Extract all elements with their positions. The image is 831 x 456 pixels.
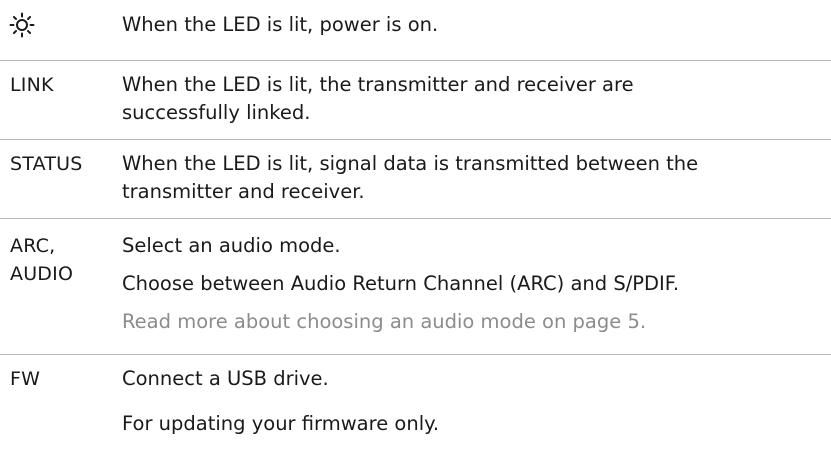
arc-audio-description: Select an audio mode. Choose between Aud… xyxy=(122,232,827,336)
power-description-text: When the LED is lit, power is on. xyxy=(122,13,439,36)
fw-paragraph-2: For updating your firmware only. xyxy=(122,412,440,435)
link-description-line-1: When the LED is lit, the transmitter and… xyxy=(122,73,634,96)
table-row-arc-audio: ARC, AUDIO Select an audio mode. Choose … xyxy=(0,219,831,353)
table-row-power: When the LED is lit, power is on. xyxy=(0,0,831,60)
arc-audio-paragraph-2: Choose between Audio Return Channel (ARC… xyxy=(122,272,680,295)
status-label: STATUS xyxy=(10,153,83,175)
sun-icon xyxy=(9,12,35,38)
link-description-line-2: successfully linked. xyxy=(122,101,311,124)
table-row-status: STATUS When the LED is lit, signal data … xyxy=(0,140,831,218)
status-description-line-1: When the LED is lit, signal data is tran… xyxy=(122,152,699,175)
link-description: When the LED is lit, the transmitter and… xyxy=(122,71,827,127)
fw-label: FW xyxy=(10,368,41,390)
audio-mode-reference-note: Read more about choosing an audio mode o… xyxy=(122,310,647,333)
arc-audio-paragraph-1: Select an audio mode. xyxy=(122,234,341,257)
audio-label-line: AUDIO xyxy=(10,263,74,285)
fw-paragraph-1: Connect a USB drive. xyxy=(122,367,329,390)
status-description: When the LED is lit, signal data is tran… xyxy=(122,150,827,206)
link-label: LINK xyxy=(10,74,54,96)
arc-audio-label: ARC, AUDIO xyxy=(10,232,73,288)
status-description-line-2: transmitter and receiver. xyxy=(122,180,365,203)
power-description: When the LED is lit, power is on. xyxy=(122,11,827,39)
fw-description: Connect a USB drive. For updating your f… xyxy=(122,365,827,438)
table-row-link: LINK When the LED is lit, the transmitte… xyxy=(0,61,831,139)
arc-label-line: ARC, xyxy=(10,235,56,257)
table-row-fw: FW Connect a USB drive. For updating you… xyxy=(0,355,831,456)
